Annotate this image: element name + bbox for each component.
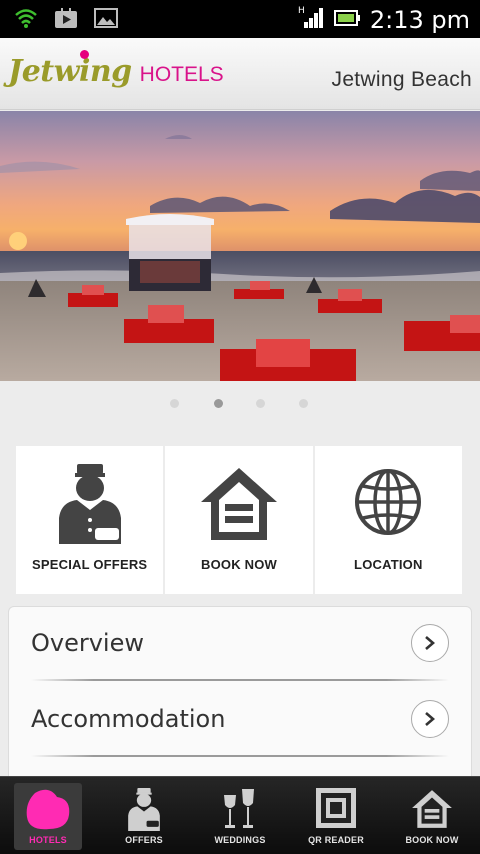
tab-label: BOOK NOW <box>405 835 459 845</box>
tab-qr-reader[interactable]: QR READER <box>288 777 384 854</box>
location-tile[interactable]: LOCATION <box>314 446 462 594</box>
status-bar: H 2:13 pm <box>0 0 480 38</box>
logo-brand: Jetwing <box>8 54 132 89</box>
tab-weddings[interactable]: WEDDINGS <box>192 777 288 854</box>
concierge-icon <box>96 787 192 833</box>
book-now-label: BOOK NOW <box>201 557 277 572</box>
pager-dot-4[interactable] <box>299 399 308 408</box>
tab-offers[interactable]: OFFERS <box>96 777 192 854</box>
svg-text:H: H <box>298 6 305 16</box>
special-offers-tile[interactable]: SPECIAL OFFERS <box>16 446 164 594</box>
divider <box>31 679 449 681</box>
signal-icon: H <box>298 4 324 35</box>
tab-label: WEDDINGS <box>214 835 266 845</box>
pager-dot-3[interactable] <box>256 399 265 408</box>
book-now-tile[interactable]: BOOK NOW <box>165 446 313 594</box>
app-header: Jetwing HOTELS Jetwing Beach <box>0 38 480 110</box>
concierge-icon <box>16 462 163 552</box>
gallery-icon <box>94 7 118 34</box>
clock: 2:13 pm <box>369 5 470 34</box>
beach-sunset-image <box>0 111 480 381</box>
special-offers-label: SPECIAL OFFERS <box>32 557 148 572</box>
hotel-menu-list: Overview Accommodation <box>8 606 472 786</box>
tab-label: QR READER <box>308 835 364 845</box>
house-icon <box>165 462 312 552</box>
bottom-tab-bar: HOTELS OFFERS WEDDINGS QR READER BOOK NO… <box>0 776 480 854</box>
tab-hotels[interactable]: HOTELS <box>0 777 96 854</box>
house-icon <box>384 787 480 833</box>
tab-label: HOTELS <box>29 835 67 845</box>
chevron-right-icon[interactable] <box>411 624 449 662</box>
globe-icon <box>315 462 462 552</box>
status-system: H 2:13 pm <box>298 4 470 35</box>
hero-carousel-image[interactable] <box>0 111 480 381</box>
divider <box>31 755 449 757</box>
location-label: LOCATION <box>354 557 423 572</box>
qr-code-icon <box>288 787 384 833</box>
tab-label: OFFERS <box>125 835 163 845</box>
menu-item-label: Accommodation <box>31 705 226 733</box>
gazebo <box>126 214 214 291</box>
quick-actions: SPECIAL OFFERS BOOK NOW LOCATION <box>16 446 462 594</box>
play-store-icon <box>54 7 78 34</box>
jetwing-hotels-logo[interactable]: Jetwing HOTELS <box>8 50 224 89</box>
battery-icon <box>333 6 360 33</box>
pager-dot-2-active[interactable] <box>214 399 223 408</box>
pager-dot-1[interactable] <box>170 399 179 408</box>
logo-dot <box>80 50 89 59</box>
menu-item-accommodation[interactable]: Accommodation <box>9 683 471 757</box>
wifi-icon <box>14 7 38 34</box>
menu-item-overview[interactable]: Overview <box>9 607 471 681</box>
chevron-right-icon[interactable] <box>411 700 449 738</box>
carousel-pager <box>0 396 480 410</box>
hotel-name: Jetwing Beach <box>331 68 472 91</box>
wine-glasses-icon <box>192 787 288 833</box>
hotels-icon <box>0 787 96 833</box>
menu-item-label: Overview <box>31 629 144 657</box>
status-notifications <box>14 7 118 34</box>
tab-book-now[interactable]: BOOK NOW <box>384 777 480 854</box>
logo-suffix: HOTELS <box>139 63 224 86</box>
